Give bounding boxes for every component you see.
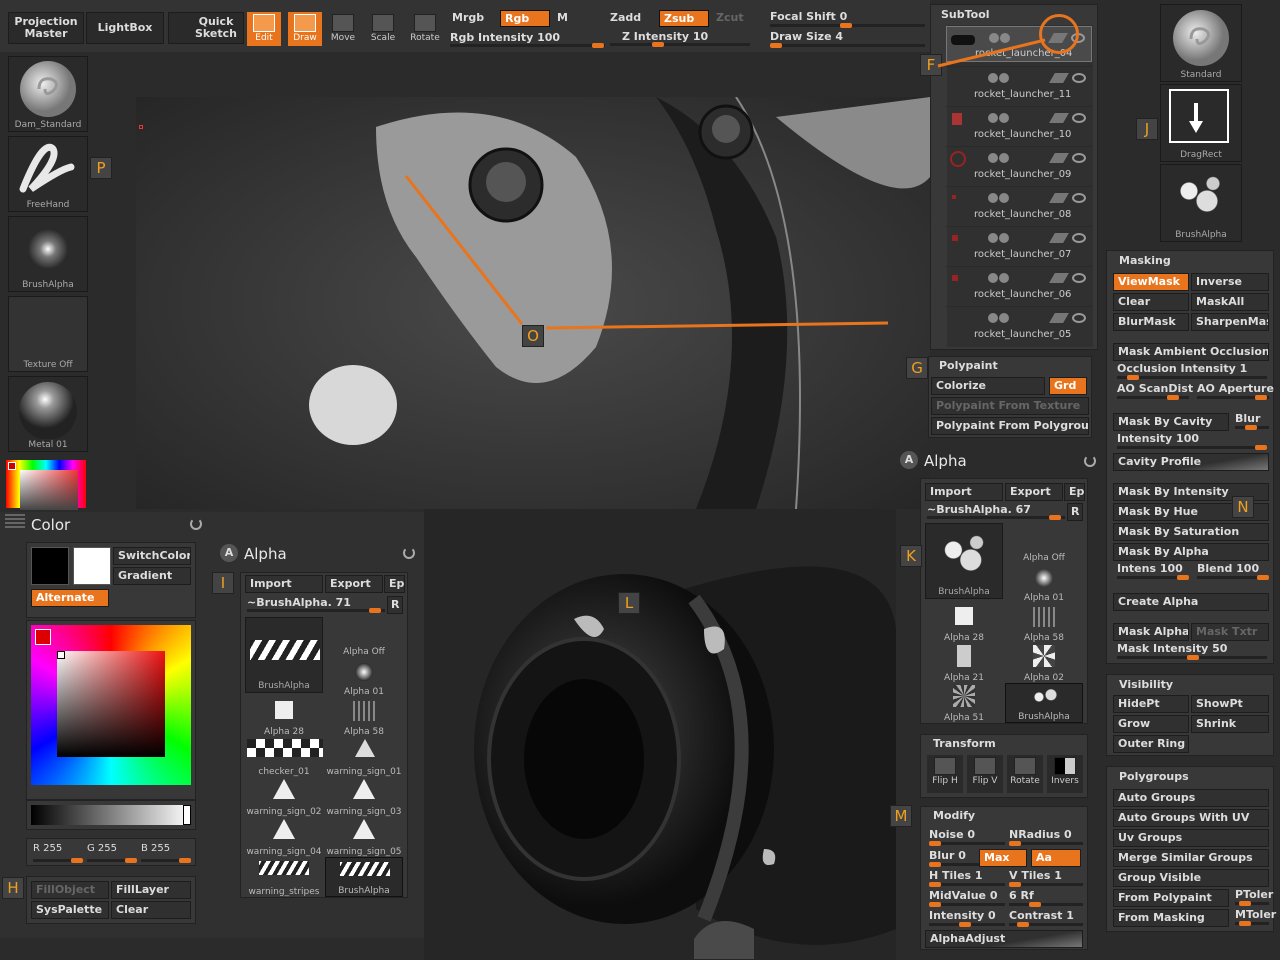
annotation-lines	[404, 38, 1046, 330]
callout-o: O	[522, 325, 544, 347]
